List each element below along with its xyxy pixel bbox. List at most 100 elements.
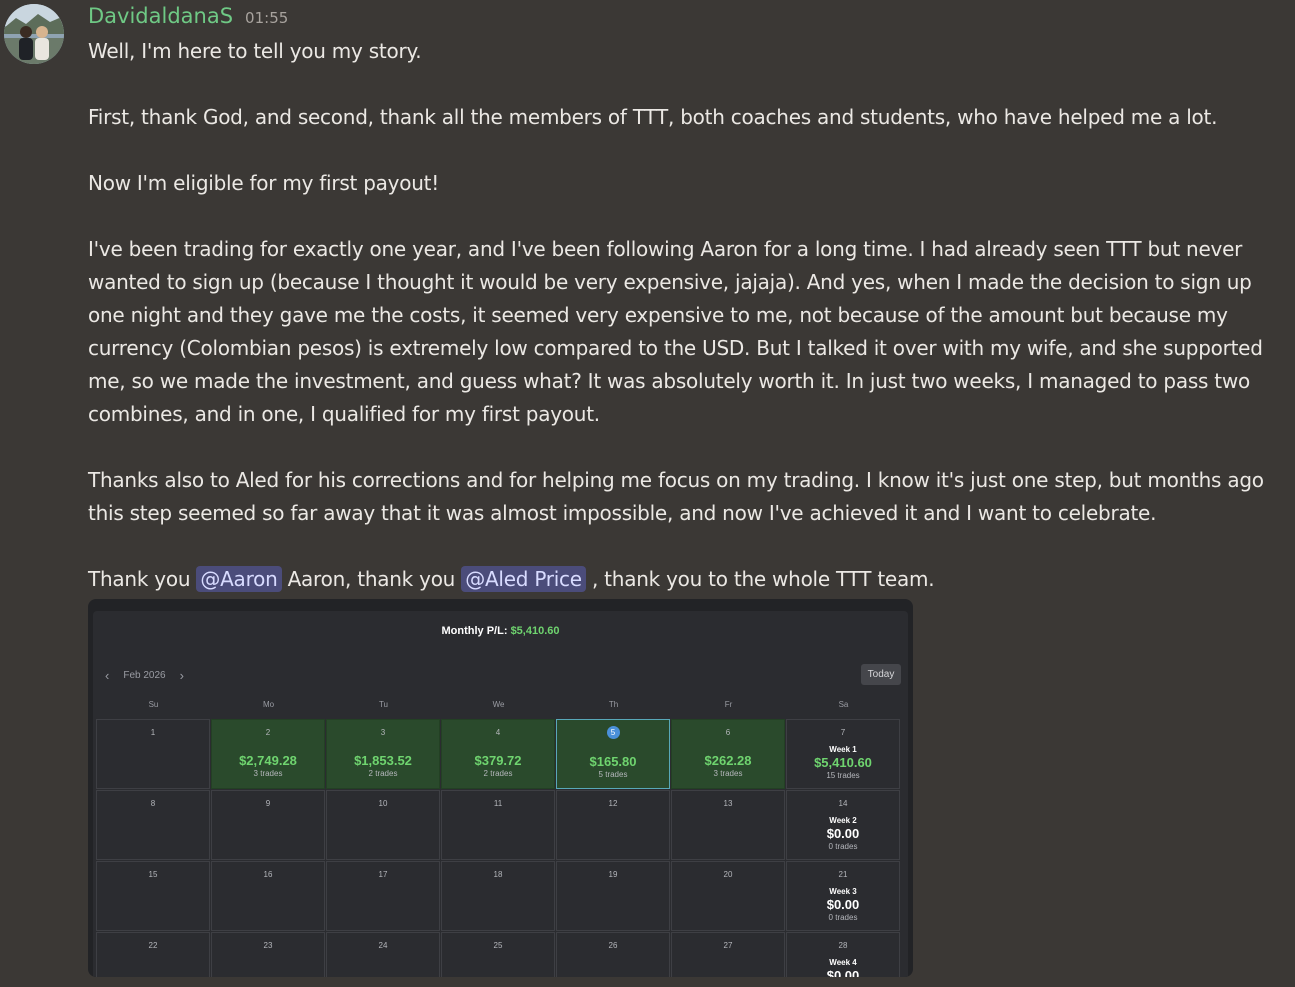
week-label: Week 1	[829, 745, 857, 754]
calendar-day-cell[interactable]: 2 $2,749.28 3 trades	[211, 719, 325, 789]
calendar-day-cell[interactable]: 19	[556, 861, 670, 931]
timestamp[interactable]: 01:55	[245, 9, 288, 27]
message-paragraph: Now I'm eligible for my first payout!	[88, 171, 440, 195]
day-trade-count: 3 trades	[253, 769, 283, 778]
day-number: 22	[148, 941, 158, 950]
message-paragraph: Thanks also to Aled for his corrections …	[88, 468, 1264, 525]
week-label: Week 3	[829, 887, 857, 896]
day-of-week-label: Tu	[378, 700, 389, 709]
day-number: 8	[150, 799, 156, 808]
image-attachment[interactable]: Monthly P/L: $5,410.60 ‹ Feb 2026 › Toda…	[88, 599, 913, 977]
week-summary-cell[interactable]: 21 Week 3 $0.00 0 trades	[786, 861, 900, 931]
day-number: 7	[840, 728, 846, 737]
day-pnl: $2,749.28	[239, 753, 297, 768]
calendar-day-cell[interactable]: 20	[671, 861, 785, 931]
week-label: Week 2	[829, 816, 857, 825]
day-pnl: $165.80	[589, 754, 637, 769]
week-trade-count: 0 trades	[828, 913, 858, 922]
calendar-day-cell[interactable]: 12	[556, 790, 670, 860]
day-number: 16	[263, 870, 273, 879]
day-trade-count: 2 trades	[483, 769, 513, 778]
text-segment: Thank you	[88, 567, 197, 591]
day-number: 28	[838, 941, 848, 950]
calendar-day-cell[interactable]: 26	[556, 932, 670, 977]
day-pnl: $1,853.52	[354, 753, 412, 768]
week-trade-count: 0 trades	[828, 842, 858, 851]
calendar-day-cell[interactable]: 18	[441, 861, 555, 931]
text-segment: Aaron, thank you	[281, 567, 462, 591]
day-number: 15	[148, 870, 158, 879]
current-month: Feb 2026	[123, 670, 166, 681]
avatar[interactable]	[4, 4, 64, 64]
week-summary-cell[interactable]: 14 Week 2 $0.00 0 trades	[786, 790, 900, 860]
today-button[interactable]: Today	[861, 664, 901, 685]
message-paragraph-mentions: Thank you @Aaron Aaron, thank you @Aled …	[88, 563, 1280, 596]
message-header: DavidaldanaS 01:55	[88, 4, 288, 32]
day-trade-count: 2 trades	[368, 769, 398, 778]
next-month-icon[interactable]: ›	[176, 668, 188, 683]
week-summary-cell[interactable]: 7 Week 1 $5,410.60 15 trades	[786, 719, 900, 789]
day-number: 3	[380, 728, 386, 737]
day-of-week-label: Th	[608, 700, 619, 709]
day-of-week-label: Su	[148, 700, 159, 709]
calendar-day-cell[interactable]: 16	[211, 861, 325, 931]
month-navigator: ‹ Feb 2026 ›	[101, 668, 188, 683]
monthly-pl-label: Monthly P/L:	[441, 625, 508, 637]
mention-aaron[interactable]: @Aaron	[196, 566, 282, 592]
day-number: 2	[265, 728, 271, 737]
day-pnl: $262.28	[704, 753, 752, 768]
day-number: 14	[838, 799, 848, 808]
text-segment: , thank you to the whole TTT team.	[585, 567, 935, 591]
day-number: 23	[263, 941, 273, 950]
calendar-day-cell[interactable]: 24	[326, 932, 440, 977]
week-pnl: $0.00	[826, 826, 860, 841]
day-number: 6	[725, 728, 731, 737]
monthly-pl-title: Monthly P/L: $5,410.60	[93, 625, 908, 637]
day-of-week-label: We	[492, 700, 505, 709]
calendar-day-cell[interactable]: 5 $165.80 5 trades	[556, 719, 670, 789]
day-number: 18	[493, 870, 503, 879]
day-number: 9	[265, 799, 271, 808]
calendar-day-cell[interactable]: 23	[211, 932, 325, 977]
calendar-day-cell[interactable]: 9	[211, 790, 325, 860]
week-pnl: $0.00	[826, 968, 860, 977]
calendar-day-cell[interactable]: 10	[326, 790, 440, 860]
day-of-week-label: Fr	[724, 700, 733, 709]
message-paragraph: Well, I'm here to tell you my story.	[88, 39, 422, 63]
username[interactable]: DavidaldanaS	[88, 4, 233, 28]
day-number: 27	[723, 941, 733, 950]
message-paragraph: I've been trading for exactly one year, …	[88, 237, 1263, 426]
calendar-day-cell[interactable]: 25	[441, 932, 555, 977]
calendar-day-cell[interactable]: 11	[441, 790, 555, 860]
calendar-day-cell[interactable]: 13	[671, 790, 785, 860]
calendar-day-cell[interactable]: 6 $262.28 3 trades	[671, 719, 785, 789]
day-number: 12	[608, 799, 618, 808]
day-number: 21	[838, 870, 848, 879]
prev-month-icon[interactable]: ‹	[101, 668, 113, 683]
calendar-day-cell[interactable]: 27	[671, 932, 785, 977]
calendar-day-cell[interactable]: 15	[96, 861, 210, 931]
week-summary-cell[interactable]: 28Week 4$0.000 trades	[786, 932, 900, 977]
message-content: Well, I'm here to tell you my story. Fir…	[88, 35, 1280, 596]
calendar-day-cell[interactable]: 3 $1,853.52 2 trades	[326, 719, 440, 789]
calendar-day-cell[interactable]: 17	[326, 861, 440, 931]
week-label: Week 4	[829, 958, 857, 967]
day-number: 24	[378, 941, 388, 950]
day-of-week-label: Sa	[838, 700, 849, 709]
calendar-day-cell[interactable]: 1	[96, 719, 210, 789]
week-trade-count: 15 trades	[826, 771, 860, 780]
day-number: 11	[493, 799, 503, 808]
calendar-day-cell[interactable]: 22	[96, 932, 210, 977]
day-of-week-label: Mo	[262, 700, 275, 709]
day-pnl: $379.72	[474, 753, 522, 768]
day-trade-count: 3 trades	[713, 769, 743, 778]
day-number: 13	[723, 799, 733, 808]
monthly-pl-value: $5,410.60	[510, 625, 560, 637]
calendar-day-cell[interactable]: 4 $379.72 2 trades	[441, 719, 555, 789]
calendar-day-cell[interactable]: 8	[96, 790, 210, 860]
day-number: 10	[378, 799, 388, 808]
week-pnl: $5,410.60	[814, 755, 872, 770]
day-number: 25	[493, 941, 503, 950]
day-number: 19	[608, 870, 618, 879]
mention-aled-price[interactable]: @Aled Price	[461, 566, 586, 592]
